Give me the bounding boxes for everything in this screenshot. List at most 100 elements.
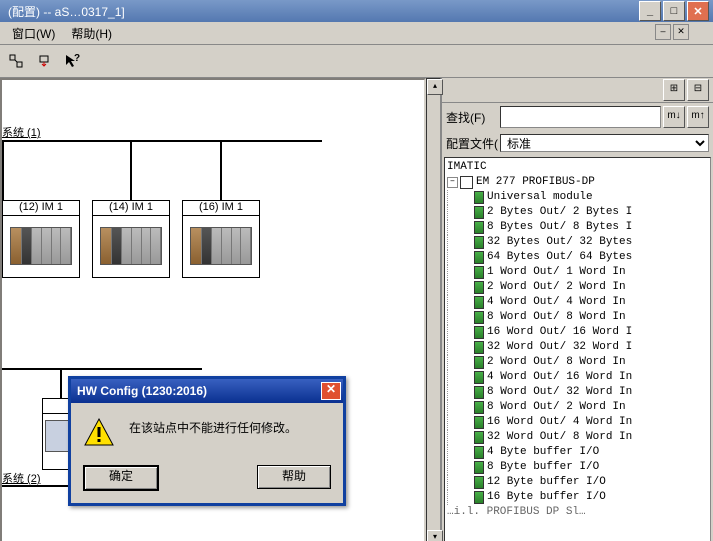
svg-text:?: ? — [74, 53, 80, 64]
profile-row: 配置文件( 标准 — [442, 131, 713, 155]
workspace: 系统 (1) (12) IM 1 (14) IM 1 (16) IM 1 系统 … — [0, 78, 713, 541]
module-icon — [474, 491, 484, 504]
tree-item[interactable]: 1 Word Out/ 1 Word In — [447, 265, 708, 280]
close-button[interactable]: ✕ — [687, 1, 709, 21]
panel-toolbar: ⊞ ⊟ — [442, 78, 713, 103]
bus-line-2 — [2, 368, 202, 370]
catalog-panel: ⊞ ⊟ 查找(F) m↓ m↑ 配置文件( 标准 IMATIC –EM 277 … — [441, 78, 713, 541]
minimize-button[interactable]: _ — [639, 1, 661, 21]
drop-b — [60, 368, 62, 398]
tree-item[interactable]: 2 Word Out/ 8 Word In — [447, 355, 708, 370]
drop-14 — [130, 140, 132, 200]
profile-select[interactable]: 标准 — [500, 134, 709, 152]
tree-footer: …i.l. PROFIBUS DP Sl… — [447, 505, 708, 520]
module-icon — [474, 356, 484, 369]
node-14[interactable]: (14) IM 1 — [92, 200, 170, 278]
module-icon — [474, 281, 484, 294]
module-icon — [474, 191, 484, 204]
tree-item[interactable]: 32 Bytes Out/ 32 Bytes — [447, 235, 708, 250]
mdi-min-button[interactable]: – — [655, 24, 671, 40]
module-icon — [474, 296, 484, 309]
module-icon — [474, 206, 484, 219]
module-icon — [474, 461, 484, 474]
module-icon — [474, 476, 484, 489]
dialog-title-bar[interactable]: HW Config (1230:2016) ✕ — [71, 379, 343, 403]
device-icon — [460, 176, 473, 189]
mdi-child-buttons: – ✕ — [655, 24, 689, 40]
node-16-head: (16) IM 1 — [183, 201, 259, 216]
module-icon — [474, 251, 484, 264]
mdi-close-button[interactable]: ✕ — [673, 24, 689, 40]
module-icon — [474, 326, 484, 339]
scroll-up-button[interactable]: ▴ — [427, 79, 443, 95]
search-down-button[interactable]: m↓ — [663, 106, 685, 128]
tree-item[interactable]: 32 Word Out/ 8 Word In — [447, 430, 708, 445]
search-row: 查找(F) m↓ m↑ — [442, 103, 713, 131]
drop-12 — [2, 140, 4, 200]
dialog-close-button[interactable]: ✕ — [321, 382, 341, 400]
rack-icon — [100, 227, 162, 265]
tree-item[interactable]: 4 Word Out/ 16 Word In — [447, 370, 708, 385]
dialog-help-button[interactable]: 帮助 — [257, 465, 331, 489]
tree-item[interactable]: 2 Bytes Out/ 2 Bytes I — [447, 205, 708, 220]
tool-button-help[interactable]: ? — [60, 49, 84, 73]
tree-item[interactable]: 64 Bytes Out/ 64 Bytes — [447, 250, 708, 265]
dialog-title: HW Config (1230:2016) — [77, 384, 207, 398]
tree-item[interactable]: 32 Word Out/ 32 Word I — [447, 340, 708, 355]
menu-help[interactable]: 帮助(H) — [63, 23, 120, 44]
bus-line-1 — [2, 140, 322, 142]
warning-icon — [83, 417, 115, 449]
tree-item[interactable]: 16 Word Out/ 16 Word I — [447, 325, 708, 340]
tree-item[interactable]: 8 Word Out/ 2 Word In — [447, 400, 708, 415]
tree-item[interactable]: 2 Word Out/ 2 Word In — [447, 280, 708, 295]
tree-item[interactable]: 8 Byte buffer I/O — [447, 460, 708, 475]
node-12[interactable]: (12) IM 1 — [2, 200, 80, 278]
maximize-button[interactable]: □ — [663, 1, 685, 21]
rack-icon — [190, 227, 252, 265]
tree-item[interactable]: 8 Bytes Out/ 8 Bytes I — [447, 220, 708, 235]
help-arrow-icon: ? — [64, 53, 80, 69]
scroll-down-button[interactable]: ▾ — [427, 530, 443, 541]
search-input[interactable] — [500, 106, 661, 128]
dialog-ok-button[interactable]: 确定 — [83, 465, 159, 491]
panel-tool-1[interactable]: ⊞ — [663, 79, 685, 101]
tree-item[interactable]: 4 Byte buffer I/O — [447, 445, 708, 460]
search-up-button[interactable]: m↑ — [687, 106, 709, 128]
bus-line-3 — [2, 485, 68, 487]
tree-item[interactable]: 4 Word Out/ 4 Word In — [447, 295, 708, 310]
tree-device[interactable]: –EM 277 PROFIBUS-DP — [447, 175, 708, 190]
diagram-canvas[interactable]: 系统 (1) (12) IM 1 (14) IM 1 (16) IM 1 系统 … — [0, 78, 426, 541]
error-dialog: HW Config (1230:2016) ✕ 在该站点中不能进行任何修改。 确… — [68, 376, 346, 506]
rack-icon — [10, 227, 72, 265]
tree-item[interactable]: 8 Word Out/ 32 Word In — [447, 385, 708, 400]
module-icon — [474, 311, 484, 324]
module-icon — [474, 416, 484, 429]
module-icon — [474, 386, 484, 399]
window-title-bar: (配置) -- aS…0317_1] _ □ ✕ — [0, 0, 713, 22]
node-16[interactable]: (16) IM 1 — [182, 200, 260, 278]
tree-item[interactable]: 12 Byte buffer I/O — [447, 475, 708, 490]
system-label-1: 系统 (1) — [2, 124, 41, 140]
tool-button-1[interactable] — [4, 49, 28, 73]
panel-tool-2[interactable]: ⊟ — [687, 79, 709, 101]
tree-item[interactable]: 16 Byte buffer I/O — [447, 490, 708, 505]
tree-item[interactable]: Universal module — [447, 190, 708, 205]
module-icon — [474, 401, 484, 414]
network-icon — [9, 54, 23, 68]
window-title: (配置) -- aS…0317_1] — [4, 3, 125, 20]
tree-item[interactable]: 8 Word Out/ 8 Word In — [447, 310, 708, 325]
module-icon — [474, 446, 484, 459]
toolbar: ? — [0, 45, 713, 78]
tool-button-2[interactable] — [32, 49, 56, 73]
module-icon — [474, 431, 484, 444]
system-label-2: 系统 (2) — [2, 470, 41, 486]
catalog-tree[interactable]: IMATIC –EM 277 PROFIBUS-DP Universal mod… — [444, 157, 711, 541]
tree-item[interactable]: 16 Word Out/ 4 Word In — [447, 415, 708, 430]
tree-root[interactable]: IMATIC — [447, 160, 708, 175]
drop-16 — [220, 140, 222, 200]
module-icon — [474, 236, 484, 249]
menu-window[interactable]: 窗口(W) — [4, 23, 63, 44]
canvas-vscroll[interactable]: ▴ ▾ — [426, 78, 441, 541]
module-icon — [474, 371, 484, 384]
node-12-head: (12) IM 1 — [3, 201, 79, 216]
